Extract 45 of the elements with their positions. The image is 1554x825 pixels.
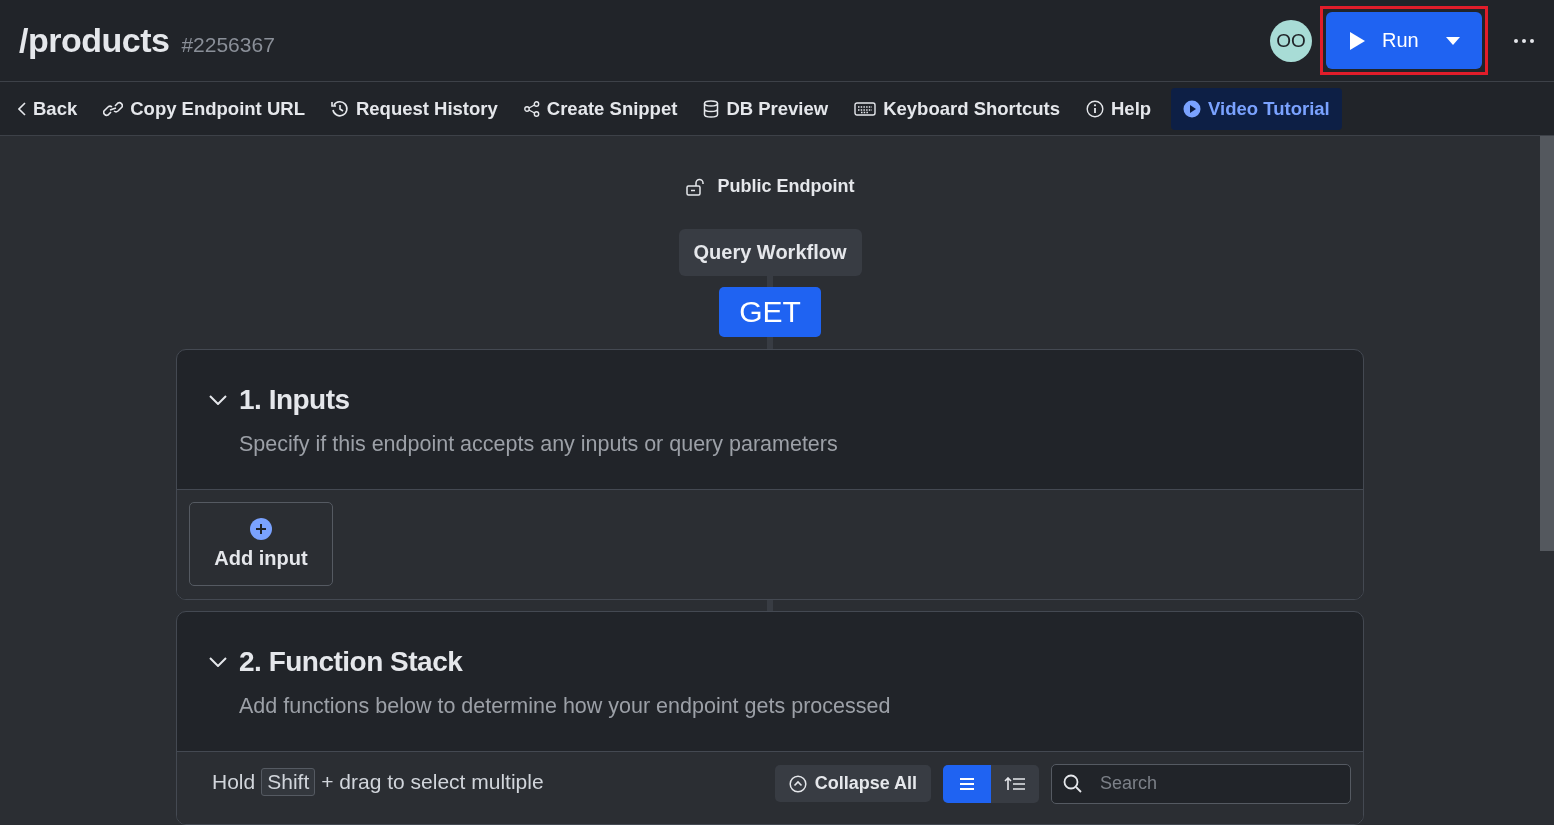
chevron-up-circle-icon [788,775,807,793]
search-icon [1063,774,1083,794]
plus-icon [249,517,273,542]
section-description: Specify if this endpoint accepts any inputs or query parameters [239,431,839,457]
toolbar-button[interactable]: Help [1080,88,1158,129]
link-icon [103,100,124,117]
endpoint-title: /products [19,21,170,60]
add-input-button[interactable]: Add input [189,501,333,586]
toolbar-button[interactable]: Video Tutorial [1171,87,1342,130]
toolbar-button[interactable]: Back [12,88,84,129]
toolbar-button[interactable]: Copy Endpoint URL [97,88,311,129]
share-icon [523,100,540,117]
method-badge[interactable]: GET [719,287,821,338]
key-label: Shift [261,768,316,796]
history-icon [330,99,349,118]
play-icon [1348,30,1366,51]
more-icon[interactable] [1514,38,1534,43]
public-endpoint-label: Public Endpoint [685,176,855,197]
keyboard-icon [854,101,877,116]
endpoint-id: #2256367 [181,33,275,57]
play-circle-icon [1183,99,1202,118]
toolbar-button[interactable]: DB Preview [697,88,835,129]
info-icon [1086,99,1104,118]
run-button[interactable]: Run [1326,12,1482,69]
list-view-button[interactable] [943,765,991,803]
section-title: 2. Function Stack [239,646,463,678]
database-icon [703,99,720,118]
list-icon [959,778,975,790]
collapse-all-button[interactable]: Collapse All [774,765,931,803]
chevron-icon[interactable] [209,657,227,667]
unlock-icon [685,177,706,196]
list-indent-icon [1004,777,1026,791]
search-field[interactable]: Search [1051,764,1351,804]
section-title: 1. Inputs [239,383,350,416]
toolbar-button[interactable]: Keyboard Shortcuts [848,88,1066,129]
hint-text: Hold [212,770,256,794]
toolbar-button[interactable]: Create Snippet [517,88,684,129]
workflow-label: Query Workflow [678,229,862,276]
user-avatar[interactable]: OO [1270,19,1312,62]
hint-text: + drag to select multiple [321,770,544,794]
section-description: Add functions below to determine how your endpoint gets processed [239,694,892,719]
chevron-icon[interactable] [209,394,227,405]
caret-icon [1446,36,1460,45]
chevron-left-icon [18,101,26,116]
toolbar-button[interactable]: Request History [324,88,504,129]
